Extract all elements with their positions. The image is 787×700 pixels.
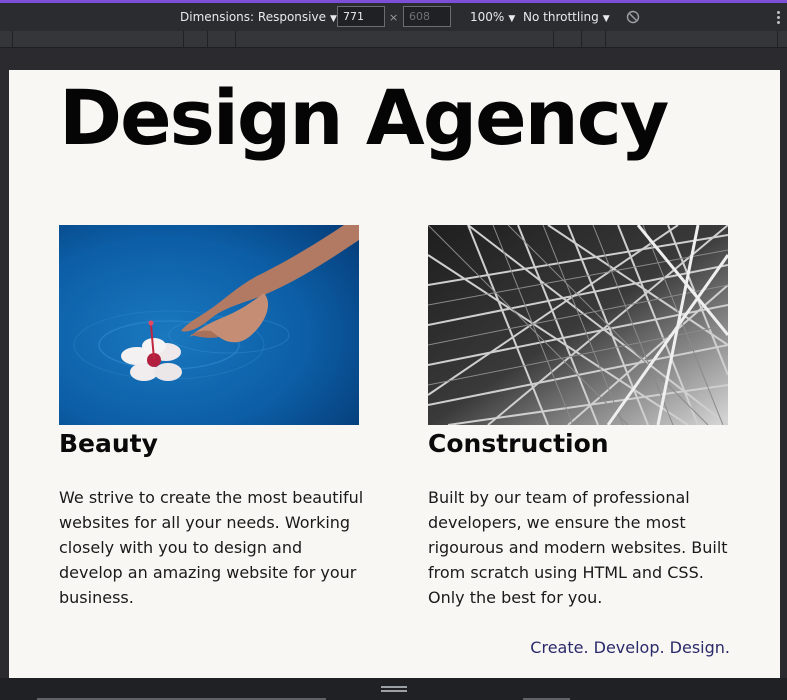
zoom-label: 100% [470, 10, 505, 24]
more-options-icon[interactable] [777, 11, 781, 25]
zoom-dropdown[interactable]: 100% ▼ [470, 10, 515, 24]
dimensions-label: Dimensions: Responsive [180, 10, 326, 24]
steel-structure-image [428, 225, 728, 425]
tagline: Create. Develop. Design. [530, 638, 730, 657]
card-beauty: Beauty We strive to create the most beau… [59, 225, 363, 610]
rotate-icon[interactable] [626, 10, 640, 24]
chevron-down-icon: ▼ [508, 14, 516, 24]
card-heading: Beauty [59, 429, 158, 458]
card-heading: Construction [428, 429, 609, 458]
resize-handle-icon[interactable] [381, 686, 407, 692]
card-construction: Construction Built by our team of profes… [428, 225, 728, 610]
dimension-separator: × [389, 11, 399, 24]
dimensions-dropdown[interactable]: Dimensions: Responsive ▼ [180, 10, 337, 24]
width-input[interactable]: 771 [337, 6, 385, 27]
hand-flower-water-image [59, 225, 359, 425]
chevron-down-icon: ▼ [602, 14, 610, 24]
device-toolbar: Dimensions: Responsive ▼ 771 × 608 100% ▼ … [0, 3, 787, 31]
card-body: We strive to create the most beautiful w… [59, 488, 364, 607]
page-viewport: Design Agency Beauty We strive to create… [9, 70, 780, 678]
chevron-down-icon: ▼ [329, 14, 337, 24]
resize-bar [0, 678, 787, 700]
page-title: Design Agency [59, 73, 669, 162]
height-input[interactable]: 608 [403, 6, 451, 27]
throttling-dropdown[interactable]: No throttling ▼ [523, 10, 610, 24]
card-body: Built by our team of professional develo… [428, 488, 728, 607]
throttling-label: No throttling [523, 10, 599, 24]
media-query-ruler [0, 31, 787, 48]
